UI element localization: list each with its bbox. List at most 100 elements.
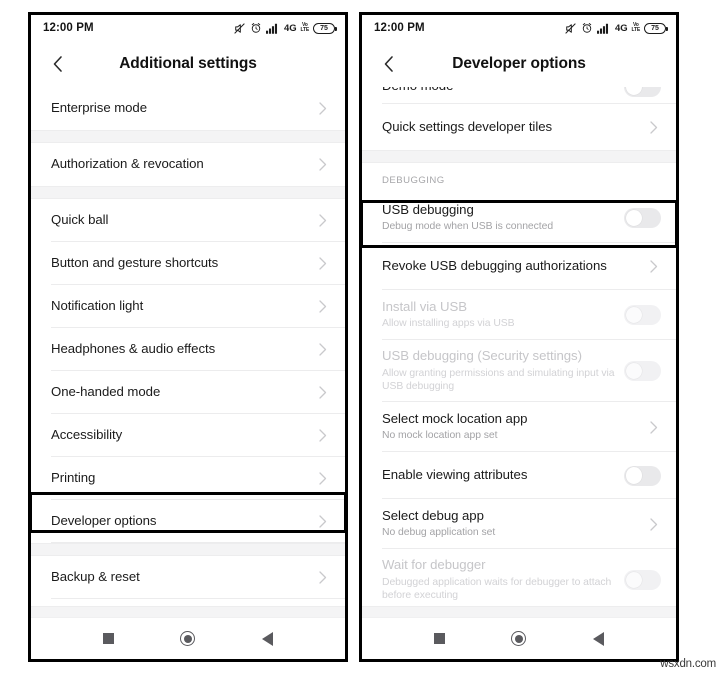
row-text-block: USB debugging (Security settings) Allow …: [382, 348, 624, 393]
list-item-sublabel: Debugged application waits for debugger …: [382, 576, 612, 602]
list-item-select-debug-app[interactable]: Select debug app No debug application se…: [362, 499, 676, 549]
battery-level: 75: [651, 24, 659, 32]
list-item-backup-reset[interactable]: Backup & reset: [31, 556, 345, 599]
status-time: 12:00 PM: [374, 22, 425, 34]
back-triangle-icon[interactable]: [585, 626, 611, 652]
volte-bottom: LTE: [300, 27, 310, 33]
list-item-demo-mode[interactable]: Demo mode: [362, 87, 676, 104]
list-item-select-mock-location-app[interactable]: Select mock location app No mock locatio…: [362, 402, 676, 452]
list-item-label: Accessibility: [51, 427, 123, 443]
nav-bar-right: [362, 617, 676, 659]
back-chevron-icon[interactable]: [378, 53, 400, 75]
row-text-block: Demo mode: [382, 87, 624, 95]
chevron-right-icon: [316, 257, 330, 271]
list-item-mi-mover[interactable]: Mi Mover: [31, 599, 345, 606]
list-item-sublabel: Allow installing apps via USB: [382, 318, 515, 330]
list-item-quick-settings-developer-tiles[interactable]: Quick settings developer tiles: [362, 104, 676, 150]
mute-icon: [565, 22, 576, 34]
chevron-right-icon: [316, 386, 330, 400]
recents-square-icon[interactable]: [96, 626, 122, 652]
chevron-right-icon: [647, 120, 661, 134]
list-item-accessibility[interactable]: Accessibility: [31, 414, 345, 457]
signal-icon: [597, 23, 609, 34]
row-text-block: Quick settings developer tiles: [382, 119, 647, 136]
chevron-right-icon: [316, 214, 330, 228]
list-item-label: Install via USB: [382, 299, 468, 315]
list-item-wait-for-debugger: Wait for debugger Debugged application w…: [362, 549, 676, 606]
list-item-enterprise-mode[interactable]: Enterprise mode: [31, 87, 345, 130]
back-triangle-icon[interactable]: [254, 626, 280, 652]
row-text-block: Enable viewing attributes: [382, 467, 624, 484]
battery-icon: 75: [313, 22, 337, 34]
list-item-authorization-revocation[interactable]: Authorization & revocation: [31, 143, 345, 186]
settings-list-left[interactable]: Enterprise mode Authorization & revocati…: [31, 87, 345, 606]
list-item-printing[interactable]: Printing: [31, 457, 345, 500]
status-icon-group: 4G Vo LTE 75: [564, 22, 668, 35]
phone-screenshot-left: 12:00 PM 4G Vo LTE 75 Additional setting…: [28, 12, 348, 662]
row-text-block: Headphones & audio effects: [51, 341, 316, 358]
list-item-label: One-handed mode: [51, 384, 161, 400]
toggle-demo-mode[interactable]: [624, 87, 661, 97]
list-item-label: USB debugging: [382, 202, 474, 218]
list-item-sublabel: Allow granting permissions and simulatin…: [382, 367, 615, 393]
list-item-button-gesture-shortcuts[interactable]: Button and gesture shortcuts: [31, 242, 345, 285]
row-text-block: Select debug app No debug application se…: [382, 508, 647, 540]
home-circle-icon[interactable]: [506, 626, 532, 652]
list-item-enable-viewing-attributes[interactable]: Enable viewing attributes: [362, 452, 676, 499]
signal-icon: [266, 23, 278, 34]
list-item-revoke-usb-debugging-authorizations[interactable]: Revoke USB debugging authorizations: [362, 243, 676, 290]
row-text-block: Quick ball: [51, 212, 316, 229]
volte-icon: Vo LTE: [300, 23, 310, 33]
chevron-right-icon: [316, 515, 330, 529]
chevron-right-icon: [316, 102, 330, 116]
page-title: Additional settings: [119, 55, 257, 72]
toggle-wait-for-debugger: [624, 570, 661, 590]
list-item-notification-light[interactable]: Notification light: [31, 285, 345, 328]
row-text-block: Enterprise mode: [51, 100, 316, 117]
list-item-quick-ball[interactable]: Quick ball: [31, 199, 345, 242]
list-item-label: Developer options: [51, 513, 157, 529]
watermark: wsxdn.com: [660, 658, 716, 670]
list-item-install-via-usb: Install via USB Allow installing apps vi…: [362, 290, 676, 340]
list-item-developer-options[interactable]: Developer options: [31, 500, 345, 543]
row-text-block: Install via USB Allow installing apps vi…: [382, 299, 624, 331]
toggle-usb-debugging-security: [624, 361, 661, 381]
phone-screenshot-right: 12:00 PM 4G Vo LTE 75 Developer options …: [359, 12, 679, 662]
list-item-one-handed-mode[interactable]: One-handed mode: [31, 371, 345, 414]
row-text-block: One-handed mode: [51, 384, 316, 401]
chevron-right-icon: [647, 517, 661, 531]
home-circle-icon[interactable]: [175, 626, 201, 652]
list-item-usb-debugging[interactable]: USB debugging Debug mode when USB is con…: [362, 193, 676, 243]
list-item-usb-debugging-security-settings: USB debugging (Security settings) Allow …: [362, 340, 676, 402]
group-separator: [31, 130, 345, 143]
list-item-label: Printing: [51, 470, 96, 486]
toggle-install-via-usb: [624, 305, 661, 325]
section-header-debugging: DEBUGGING: [362, 163, 676, 193]
list-item-label: Demo mode: [382, 87, 616, 95]
row-text-block: Backup & reset: [51, 569, 316, 586]
settings-list-right[interactable]: Demo mode Quick settings developer tiles…: [362, 87, 676, 606]
chevron-right-icon: [316, 571, 330, 585]
list-item-headphones-audio-effects[interactable]: Headphones & audio effects: [31, 328, 345, 371]
back-chevron-icon[interactable]: [47, 53, 69, 75]
list-item-label: Authorization & revocation: [51, 156, 204, 172]
recents-square-icon[interactable]: [427, 626, 453, 652]
row-text-block: USB debugging Debug mode when USB is con…: [382, 202, 624, 234]
chevron-right-icon: [647, 420, 661, 434]
volte-icon: Vo LTE: [632, 23, 641, 33]
toggle-usb-debugging[interactable]: [624, 208, 661, 228]
group-separator: [362, 150, 676, 163]
list-item-label: Notification light: [51, 298, 144, 314]
alarm-icon: [582, 23, 592, 33]
screenshot-root: 12:00 PM 4G Vo LTE 75 Additional setting…: [0, 0, 720, 673]
row-text-block: Printing: [51, 470, 316, 487]
alarm-icon: [251, 23, 261, 33]
status-icon-group: 4G Vo LTE 75: [233, 22, 337, 35]
list-item-label: Headphones & audio effects: [51, 341, 216, 357]
group-separator: [31, 543, 345, 556]
network-type-label: 4G: [284, 22, 297, 34]
list-item-label: Enterprise mode: [51, 100, 148, 116]
toggle-enable-viewing-attributes[interactable]: [624, 465, 661, 486]
status-bar-right: 12:00 PM 4G Vo LTE 75: [362, 15, 676, 41]
row-text-block: Authorization & revocation: [51, 156, 316, 173]
